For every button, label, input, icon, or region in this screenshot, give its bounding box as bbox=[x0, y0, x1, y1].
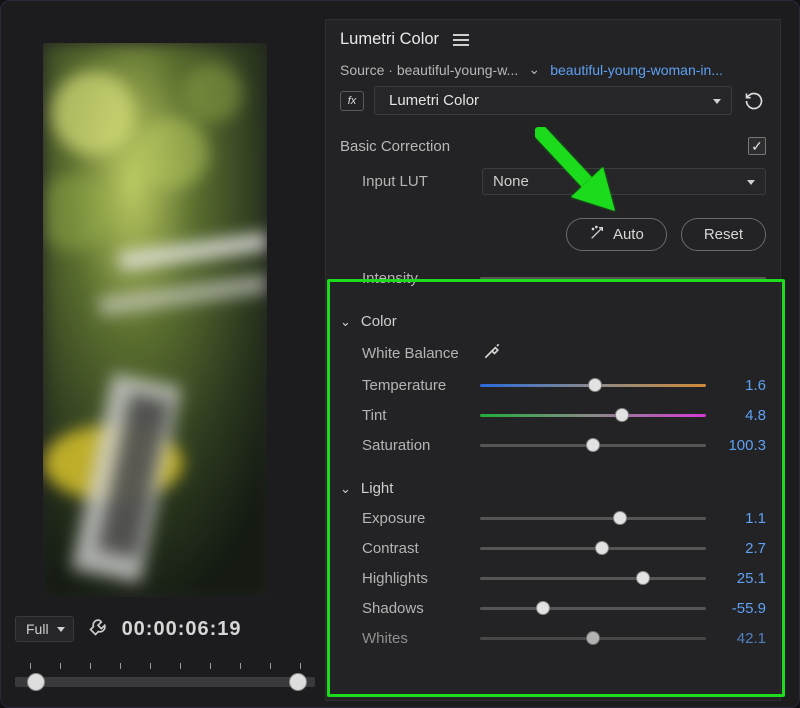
saturation-value[interactable]: 100.3 bbox=[718, 437, 766, 454]
slider-knob[interactable] bbox=[613, 511, 627, 525]
temperature-label: Temperature bbox=[362, 377, 468, 394]
slider-knob[interactable] bbox=[588, 378, 602, 392]
scrub-bar[interactable] bbox=[15, 677, 315, 687]
saturation-label: Saturation bbox=[362, 437, 468, 454]
reset-button-label: Reset bbox=[704, 226, 743, 243]
panel-menu-icon[interactable] bbox=[453, 34, 469, 46]
white-balance-label: White Balance bbox=[362, 345, 472, 362]
display-mode-select[interactable]: Full bbox=[15, 616, 74, 642]
in-point-handle[interactable] bbox=[27, 673, 45, 691]
slider-knob[interactable] bbox=[595, 541, 609, 555]
section-color: ⌄ Color White Balance Temperature 1.6 Ti… bbox=[326, 295, 780, 462]
input-lut-select[interactable]: None bbox=[482, 168, 766, 195]
ruler-ticks bbox=[15, 663, 315, 673]
shadows-slider[interactable] bbox=[480, 599, 706, 617]
lumetri-panel: Lumetri Color Source · beautiful-young-w… bbox=[325, 19, 781, 701]
contrast-slider[interactable] bbox=[480, 539, 706, 557]
chevron-down-icon[interactable]: ⌄ bbox=[528, 61, 540, 78]
app-window: Full 00:00:06:19 Lumetri Color Source · … bbox=[0, 0, 800, 708]
whites-label: Whites bbox=[362, 630, 468, 647]
timecode[interactable]: 00:00:06:19 bbox=[122, 618, 242, 641]
exposure-value[interactable]: 1.1 bbox=[718, 510, 766, 527]
chevron-down-icon[interactable]: ⌄ bbox=[340, 315, 351, 328]
highlights-slider[interactable] bbox=[480, 569, 706, 587]
slider-knob[interactable] bbox=[536, 601, 550, 615]
section-light: ⌄ Light Exposure 1.1 Contrast 2.7 Highli… bbox=[326, 462, 780, 655]
shadows-value[interactable]: -55.9 bbox=[718, 600, 766, 617]
saturation-slider[interactable] bbox=[480, 436, 706, 454]
reset-button[interactable]: Reset bbox=[681, 218, 766, 251]
highlights-value[interactable]: 25.1 bbox=[718, 570, 766, 587]
source-row: Source · beautiful-young-w... ⌄ beautifu… bbox=[326, 59, 780, 86]
exposure-label: Exposure bbox=[362, 510, 468, 527]
temperature-slider[interactable] bbox=[480, 376, 706, 394]
panel-title: Lumetri Color bbox=[340, 30, 439, 49]
section-basic-correction: Basic Correction ✓ Input LUT None Auto R… bbox=[326, 125, 780, 295]
intensity-slider[interactable] bbox=[480, 269, 766, 287]
timeline-scrub bbox=[15, 663, 315, 693]
source-label: Source · beautiful-young-w... bbox=[340, 62, 518, 78]
whites-value[interactable]: 42.1 bbox=[718, 630, 766, 647]
contrast-label: Contrast bbox=[362, 540, 468, 557]
preview-image bbox=[43, 43, 267, 597]
eyedropper-icon[interactable] bbox=[482, 341, 502, 365]
group-title: Color bbox=[361, 313, 397, 330]
auto-button[interactable]: Auto bbox=[566, 218, 667, 251]
settings-wrench-icon[interactable] bbox=[88, 617, 108, 642]
tint-value[interactable]: 4.8 bbox=[718, 407, 766, 424]
whites-slider[interactable] bbox=[480, 629, 706, 647]
exposure-slider[interactable] bbox=[480, 509, 706, 527]
panel-header: Lumetri Color bbox=[326, 20, 780, 59]
slider-knob[interactable] bbox=[586, 438, 600, 452]
highlights-label: Highlights bbox=[362, 570, 468, 587]
monitor-controls: Full 00:00:06:19 bbox=[15, 611, 281, 647]
effect-select[interactable]: Lumetri Color bbox=[374, 86, 732, 115]
group-title: Light bbox=[361, 480, 394, 497]
shadows-label: Shadows bbox=[362, 600, 468, 617]
input-lut-label: Input LUT bbox=[362, 173, 472, 190]
out-point-handle[interactable] bbox=[289, 673, 307, 691]
slider-knob[interactable] bbox=[615, 408, 629, 422]
intensity-label: Intensity bbox=[362, 270, 468, 287]
fx-badge[interactable]: fx bbox=[340, 91, 364, 111]
temperature-value[interactable]: 1.6 bbox=[718, 377, 766, 394]
section-title: Basic Correction bbox=[340, 138, 450, 155]
reset-effect-icon[interactable] bbox=[742, 89, 766, 113]
basic-enabled-checkbox[interactable]: ✓ bbox=[748, 137, 766, 155]
effect-row: fx Lumetri Color bbox=[326, 86, 780, 125]
tint-label: Tint bbox=[362, 407, 468, 424]
wand-icon bbox=[589, 225, 605, 244]
chevron-down-icon[interactable]: ⌄ bbox=[340, 482, 351, 495]
contrast-value[interactable]: 2.7 bbox=[718, 540, 766, 557]
slider-knob[interactable] bbox=[586, 631, 600, 645]
slider-knob[interactable] bbox=[636, 571, 650, 585]
target-clip-link[interactable]: beautiful-young-woman-in... bbox=[550, 62, 723, 78]
tint-slider[interactable] bbox=[480, 406, 706, 424]
auto-button-label: Auto bbox=[613, 226, 644, 243]
program-monitor bbox=[43, 43, 267, 597]
